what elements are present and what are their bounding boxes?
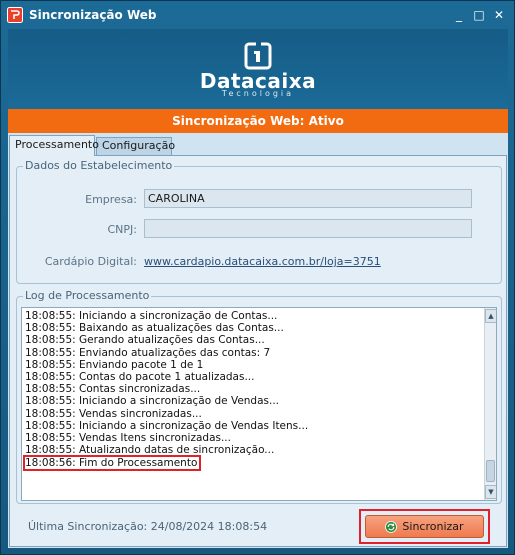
log-line: 18:08:55: Iniciando a sincronização de C… bbox=[25, 310, 278, 322]
log-line: 18:08:55: Iniciando a sincronização de V… bbox=[25, 395, 280, 408]
sync-button[interactable]: Sincronizar bbox=[365, 515, 484, 538]
title-bar[interactable]: Sincronização Web _ □ ✕ bbox=[1, 1, 514, 29]
app-window: Sincronização Web _ □ ✕ Datacaixa Tecnol… bbox=[0, 0, 515, 555]
log-row: 18:08:55: Iniciando a sincronização de C… bbox=[25, 310, 480, 322]
log-row: 18:08:56: Fim do Processamento bbox=[22, 455, 480, 472]
scroll-up-icon[interactable]: ▲ bbox=[485, 309, 496, 323]
log-row: 18:08:55: Contas do pacote 1 atualizadas… bbox=[25, 371, 480, 383]
log-row: 18:08:55: Atualizando datas de sincroniz… bbox=[25, 444, 480, 456]
scroll-thumb[interactable] bbox=[486, 460, 495, 482]
log-line: 18:08:55: Baixando as atualizações das C… bbox=[25, 322, 284, 335]
client-area: Datacaixa Tecnologia Sincronização Web: … bbox=[8, 29, 508, 548]
log-group-title: Log de Processamento bbox=[23, 289, 152, 302]
log-row: 18:08:55: Vendas sincronizadas... bbox=[25, 408, 480, 420]
log-lines: 18:08:55: Iniciando a sincronização de C… bbox=[22, 310, 480, 472]
scroll-down-icon[interactable]: ▼ bbox=[485, 485, 496, 499]
log-row: 18:08:55: Enviando pacote 1 de 1 bbox=[25, 359, 480, 371]
processamento-panel: Dados do Estabelecimento Empresa: CAROLI… bbox=[9, 155, 507, 547]
log-line: 18:08:55: Contas sincronizadas... bbox=[25, 383, 201, 396]
brand-banner: Datacaixa Tecnologia bbox=[8, 29, 508, 109]
log-row: 18:08:55: Vendas Itens sincronizadas... bbox=[25, 432, 480, 444]
log-row: 18:08:55: Iniciando a sincronização de V… bbox=[25, 395, 480, 407]
log-scrollbar[interactable]: ▲ ▼ bbox=[484, 308, 496, 500]
maximize-button[interactable]: □ bbox=[472, 8, 486, 22]
empresa-label: Empresa: bbox=[85, 193, 137, 206]
sync-button-label: Sincronizar bbox=[402, 520, 464, 533]
log-row: 18:08:55: Gerando atualizações das Conta… bbox=[25, 334, 480, 346]
empresa-field[interactable]: CAROLINA bbox=[144, 189, 472, 208]
sync-button-highlight: Sincronizar bbox=[359, 509, 490, 544]
tab-processamento[interactable]: Processamento bbox=[9, 135, 99, 156]
sync-status-bar: Sincronização Web: Ativo bbox=[8, 109, 508, 133]
datacaixa-logo-icon bbox=[244, 41, 272, 70]
log-row: 18:08:55: Iniciando a sincronização de V… bbox=[25, 420, 480, 432]
log-group: Log de Processamento 18:08:55: Iniciando… bbox=[16, 289, 502, 504]
establishment-group-title: Dados do Estabelecimento bbox=[23, 159, 175, 172]
log-line: 18:08:55: Iniciando a sincronização de V… bbox=[25, 419, 309, 432]
tab-configuracao[interactable]: Configuração bbox=[96, 137, 175, 155]
log-line: 18:08:55: Atualizando datas de sincroniz… bbox=[25, 444, 275, 457]
brand-tagline: Tecnologia bbox=[221, 89, 295, 98]
minimize-button[interactable]: _ bbox=[452, 8, 466, 22]
log-line: 18:08:55: Vendas Itens sincronizadas... bbox=[25, 431, 231, 444]
cardapio-label: Cardápio Digital: bbox=[44, 255, 137, 268]
log-line: 18:08:55: Enviando atualizações das cont… bbox=[25, 346, 271, 359]
log-list[interactable]: 18:08:55: Iniciando a sincronização de C… bbox=[21, 307, 497, 501]
log-line-highlighted: 18:08:56: Fim do Processamento bbox=[22, 455, 202, 472]
window-title: Sincronização Web bbox=[29, 8, 157, 22]
log-line: 18:08:55: Gerando atualizações das Conta… bbox=[25, 334, 265, 347]
last-sync-text: Última Sincronização: 24/08/2024 18:08:5… bbox=[28, 520, 268, 533]
close-button[interactable]: ✕ bbox=[492, 8, 506, 22]
log-row: 18:08:55: Contas sincronizadas... bbox=[25, 383, 480, 395]
log-row: 18:08:55: Baixando as atualizações das C… bbox=[25, 322, 480, 334]
log-row: 18:08:55: Enviando atualizações das cont… bbox=[25, 347, 480, 359]
log-line: 18:08:55: Enviando pacote 1 de 1 bbox=[25, 358, 204, 371]
cnpj-label: CNPJ: bbox=[107, 223, 138, 236]
cnpj-field[interactable] bbox=[144, 219, 472, 238]
log-line: 18:08:55: Contas do pacote 1 atualizadas… bbox=[25, 370, 255, 383]
establishment-group: Dados do Estabelecimento Empresa: CAROLI… bbox=[16, 159, 502, 284]
cardapio-link[interactable]: www.cardapio.datacaixa.com.br/loja=3751 bbox=[144, 255, 381, 268]
sync-icon bbox=[385, 520, 398, 533]
app-icon bbox=[7, 7, 23, 23]
log-line: 18:08:55: Vendas sincronizadas... bbox=[25, 407, 202, 420]
